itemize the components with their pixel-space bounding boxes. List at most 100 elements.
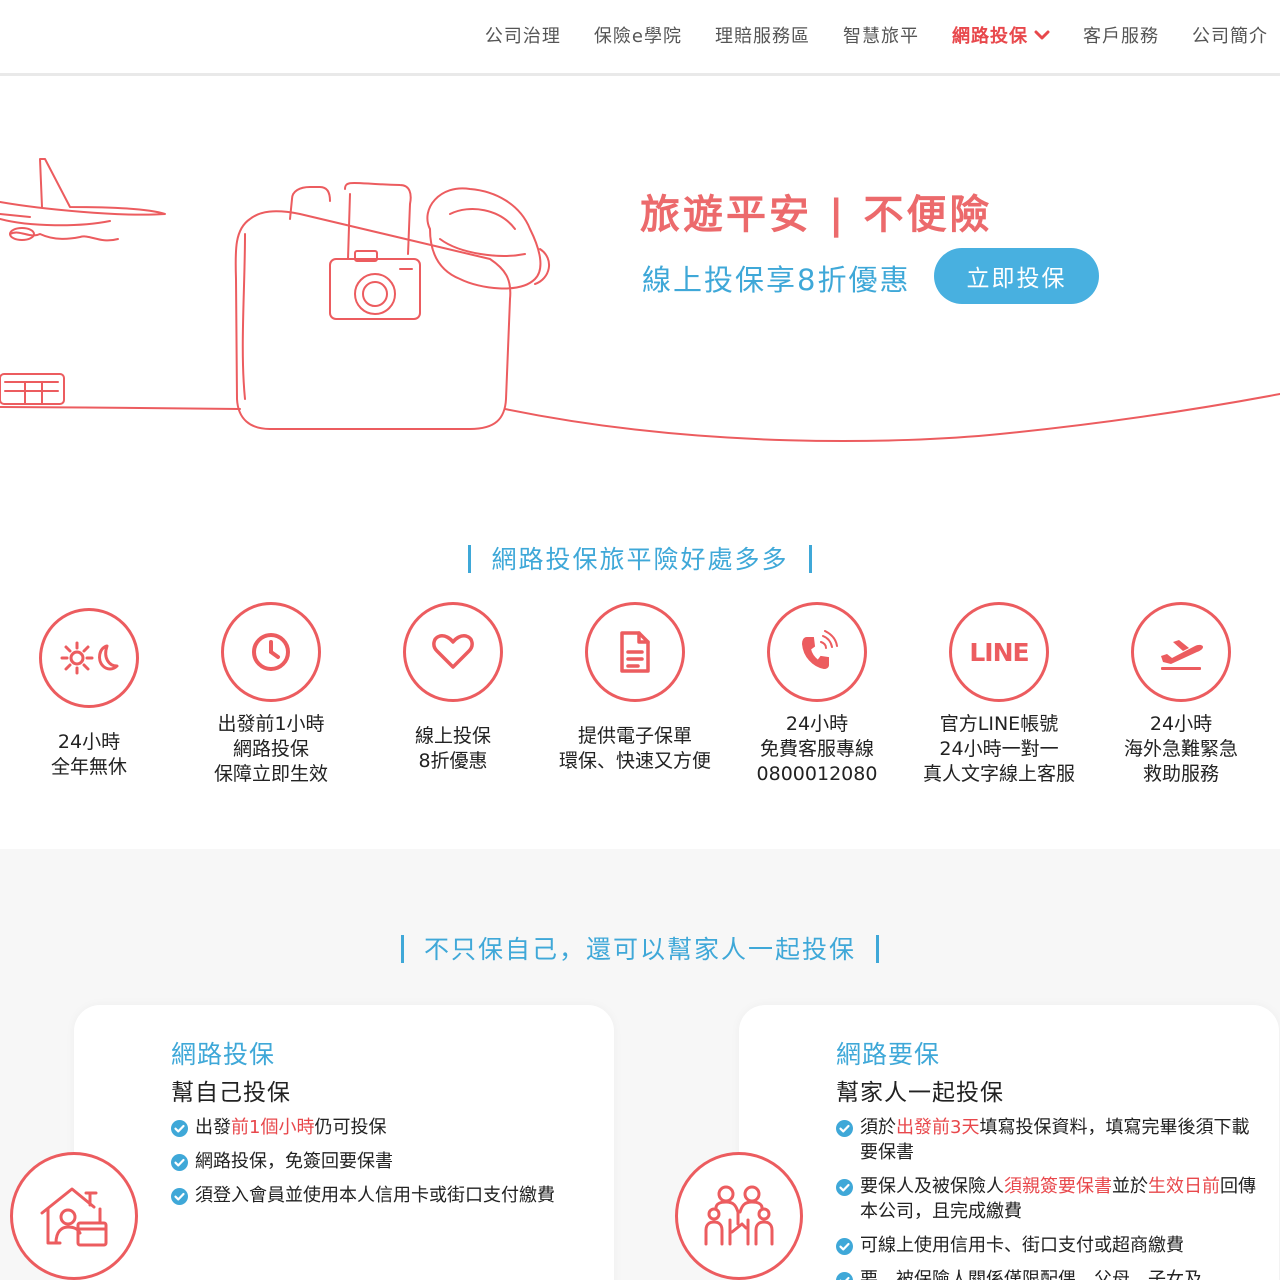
- benefit-text: 線上投保 8折優惠: [362, 724, 544, 774]
- check-circle-icon: [836, 1271, 853, 1280]
- buy-now-button[interactable]: 立即投保: [934, 248, 1099, 304]
- top-navigation: 公司治理 保險e學院 理賠服務區 智慧旅平 網路投保 客戶服務 公司簡介: [0, 0, 1280, 76]
- benefit-text: 官方LINE帳號 24小時一對一 真人文字線上客服: [908, 712, 1090, 787]
- highlight-text: 須親簽要保書: [1004, 1176, 1112, 1197]
- benefit-line: 官方LINE帳號: [939, 713, 1059, 735]
- heading-bar-left: [468, 545, 472, 573]
- nav-item-label: 公司治理: [484, 26, 561, 47]
- nav-item-3[interactable]: 智慧旅平: [843, 22, 919, 48]
- benefit-line: 線上投保: [414, 725, 491, 747]
- bullet-text: 網路投保，免簽回要保書: [195, 1151, 393, 1172]
- benefit-line: 出發前1小時: [217, 713, 325, 735]
- line-icon: LINE: [949, 602, 1049, 702]
- line-logo-text: LINE: [969, 637, 1029, 667]
- bullet-text: 仍可投保: [314, 1117, 387, 1138]
- card-bullet: 須於出發前3天填寫投保資料，填寫完畢後須下載要保書: [836, 1115, 1266, 1165]
- benefits-heading: 網路投保旅平險好處多多: [0, 540, 1280, 576]
- benefit-line: 真人文字線上客服: [922, 763, 1075, 785]
- benefit-item: 24小時 免費客服專線 0800012080: [726, 602, 908, 787]
- house-person-icon: [10, 1152, 138, 1280]
- check-circle-icon: [836, 1119, 853, 1144]
- gear-moon-icon: [39, 608, 139, 708]
- heart-icon: [403, 602, 503, 702]
- card-bullet: 要、被保險人關係僅限配偶、父母、子女及: [836, 1267, 1266, 1280]
- benefit-line: 免費客服專線: [759, 738, 874, 760]
- benefit-line: 0800012080: [756, 763, 878, 785]
- benefit-item: LINE 官方LINE帳號 24小時一對一 真人文字線上客服: [908, 602, 1090, 787]
- bullet-text: 可線上使用信用卡、街口支付或超商繳費: [860, 1235, 1184, 1256]
- card-bullet: 須登入會員並使用本人信用卡或街口支付繳費: [171, 1183, 601, 1208]
- family-insure-card[interactable]: 網路要保 幫家人一起投保 須於出發前3天填寫投保資料，填寫完畢後須下載要保書要保…: [739, 1005, 1279, 1280]
- family-icon: [675, 1152, 803, 1280]
- check-circle-icon: [836, 1237, 853, 1262]
- nav-item-2[interactable]: 理賠服務區: [715, 22, 810, 48]
- benefit-text: 24小時 免費客服專線 0800012080: [726, 712, 908, 787]
- hero-banner: 旅遊平安 | 不便險 線上投保享8折優惠 立即投保: [0, 79, 1280, 499]
- card-bullets: 出發前1個小時仍可投保 網路投保，免簽回要保書 須登入會員並使用本人信用卡或街口支付…: [171, 1115, 601, 1217]
- nav-item-4[interactable]: 網路投保: [952, 22, 1050, 48]
- bullet-text: 要保人及被保險人: [860, 1176, 1004, 1197]
- document-icon: [585, 602, 685, 702]
- nav-item-label: 智慧旅平: [843, 26, 919, 47]
- benefit-line: 海外急難緊急: [1123, 738, 1238, 760]
- benefit-line: 24小時: [1149, 713, 1213, 735]
- benefit-line: 環保、快速又方便: [558, 750, 711, 772]
- benefits-title: 網路投保旅平險好處多多: [491, 545, 789, 574]
- nav-item-label: 保險e學院: [593, 26, 682, 47]
- clock-icon: [221, 602, 321, 702]
- family-title: 不只保自己，還可以幫家人一起投保: [423, 935, 856, 964]
- benefit-line: 24小時一對一: [939, 738, 1059, 760]
- benefit-text: 提供電子保單 環保、快速又方便: [544, 724, 726, 774]
- benefit-item: 出發前1小時 網路投保保障立即生效: [180, 602, 362, 787]
- self-insure-card[interactable]: 網路投保 幫自己投保 出發前1個小時仍可投保 網路投保，免簽回要保書 須登入會員並使…: [74, 1005, 614, 1280]
- card-bullets: 須於出發前3天填寫投保資料，填寫完畢後須下載要保書要保人及被保險人須親簽要保書並…: [836, 1115, 1266, 1280]
- nav-item-5[interactable]: 客戶服務: [1083, 22, 1159, 48]
- card-subtitle: 幫自己投保: [171, 1080, 291, 1106]
- main-menu: 公司治理 保險e學院 理賠服務區 智慧旅平 網路投保 客戶服務 公司簡介: [452, 22, 1268, 48]
- benefit-item: 線上投保 8折優惠: [362, 602, 544, 774]
- nav-item-6[interactable]: 公司簡介: [1192, 22, 1268, 48]
- card-bullet: 網路投保，免簽回要保書: [171, 1149, 601, 1174]
- benefit-line: 8折優惠: [418, 750, 488, 772]
- nav-item-label: 理賠服務區: [715, 26, 810, 47]
- benefit-text: 24小時全年無休: [0, 730, 180, 780]
- heading-bar-right: [876, 935, 879, 963]
- nav-item-label: 客戶服務: [1083, 26, 1159, 47]
- benefit-item: 24小時海外急難緊急 救助服務: [1090, 602, 1272, 787]
- card-title: 網路要保: [836, 1040, 941, 1069]
- benefit-line: 救助服務: [1142, 763, 1219, 785]
- benefit-line: 全年無休: [50, 756, 127, 778]
- highlight-text: 出發前3天: [896, 1117, 980, 1138]
- highlight-text: 生效日前: [1148, 1176, 1220, 1197]
- benefit-line: 提供電子保單: [577, 725, 692, 747]
- heading-bar-right: [808, 545, 812, 573]
- benefit-item: 24小時全年無休: [0, 608, 180, 780]
- bullet-text: 並於: [1112, 1176, 1148, 1197]
- check-circle-icon: [171, 1187, 188, 1212]
- benefit-text: 出發前1小時 網路投保保障立即生效: [180, 712, 362, 787]
- chevron-down-icon: [1034, 25, 1050, 46]
- bullet-text: 須登入會員並使用本人信用卡或街口支付繳費: [195, 1185, 555, 1206]
- hero-subtitle: 線上投保享8折優惠: [642, 263, 911, 297]
- nav-item-0[interactable]: 公司治理: [485, 22, 561, 48]
- benefit-line: 保障立即生效: [213, 763, 328, 785]
- heading-bar-left: [400, 935, 404, 963]
- highlight-text: 前1個小時: [231, 1117, 315, 1138]
- check-circle-icon: [171, 1119, 188, 1144]
- nav-item-label: 公司簡介: [1192, 26, 1268, 47]
- benefit-line: 24小時: [57, 731, 121, 753]
- family-heading: 不只保自己，還可以幫家人一起投保: [0, 930, 1280, 966]
- check-circle-icon: [171, 1153, 188, 1178]
- benefit-text: 24小時海外急難緊急 救助服務: [1090, 712, 1272, 787]
- card-title: 網路投保: [171, 1040, 276, 1069]
- nav-item-label: 網路投保: [952, 26, 1028, 47]
- benefit-line: 網路投保: [232, 738, 309, 760]
- hero-title: 旅遊平安 | 不便險: [640, 192, 993, 238]
- nav-item-1[interactable]: 保險e學院: [594, 22, 682, 48]
- bullet-text: 須於: [860, 1117, 896, 1138]
- benefit-item: 提供電子保單 環保、快速又方便: [544, 602, 726, 774]
- check-circle-icon: [836, 1178, 853, 1203]
- airplane-takeoff-icon: [1131, 602, 1231, 702]
- phone-icon: [767, 602, 867, 702]
- card-subtitle: 幫家人一起投保: [836, 1080, 1004, 1106]
